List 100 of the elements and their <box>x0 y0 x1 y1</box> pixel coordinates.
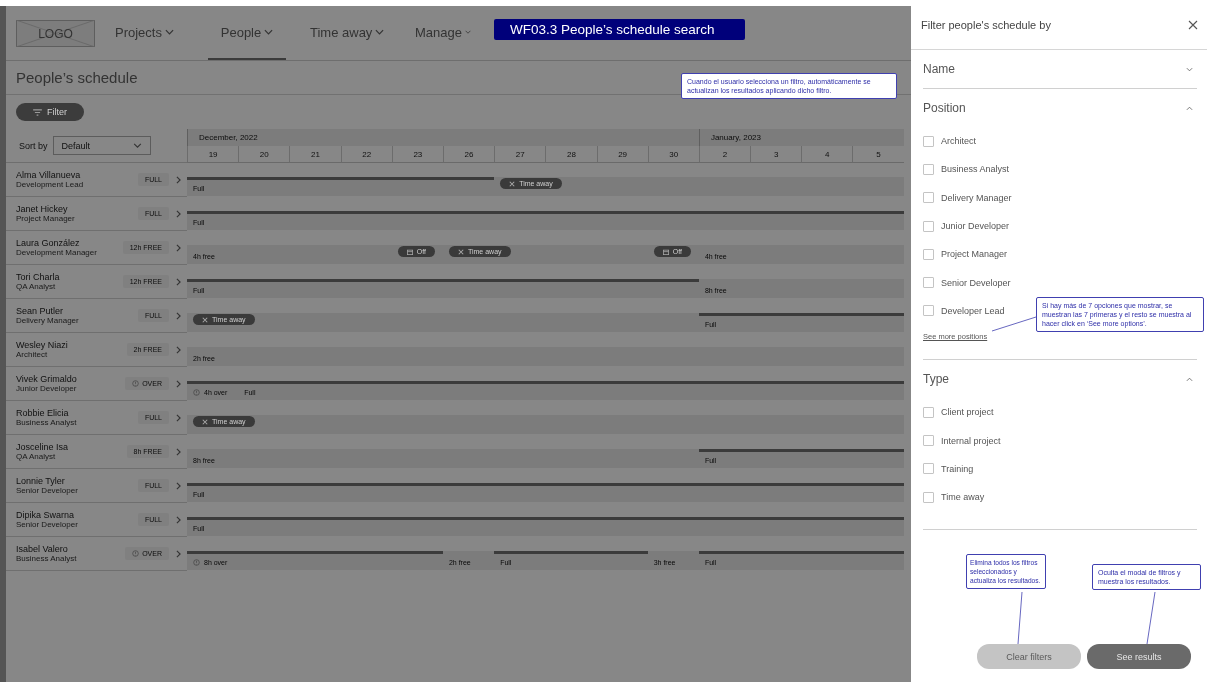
chevron-down-icon[interactable] <box>1186 66 1193 72</box>
checkbox[interactable] <box>923 192 934 204</box>
day-header: 27 <box>494 146 546 163</box>
caret-icon <box>375 29 385 35</box>
person-role: QA Analyst <box>16 451 57 462</box>
person-role: Senior Developer <box>16 519 79 530</box>
chevron-right-icon[interactable] <box>176 515 181 524</box>
person-role: Junior Developer <box>16 383 78 394</box>
alert-icon <box>132 380 140 387</box>
person-name[interactable]: Tori Charla <box>16 271 123 282</box>
person-name[interactable]: Sean Putler <box>16 305 138 316</box>
person-role: Architect <box>16 349 49 360</box>
sort-dropdown[interactable]: Default <box>52 136 151 155</box>
nav-menu-item[interactable]: Manage <box>405 6 481 60</box>
nav-menu-item[interactable]: Projects <box>105 6 205 60</box>
filter-icon <box>33 108 42 116</box>
person-name[interactable]: Vivek Grimaldo <box>16 373 126 384</box>
chevron-right-icon[interactable] <box>176 277 181 286</box>
caret-icon <box>264 29 274 35</box>
person-role: Delivery Manager <box>16 315 80 326</box>
day-header: 4 <box>801 146 853 163</box>
option-label: Developer Lead <box>941 305 1005 316</box>
close-icon[interactable] <box>1188 19 1198 30</box>
day-header: 29 <box>596 146 648 163</box>
option-label: Senior Developer <box>941 277 1011 288</box>
day-header: 21 <box>289 146 341 163</box>
person-role: Project Manager <box>16 213 76 224</box>
checkbox[interactable] <box>923 491 934 503</box>
checkbox[interactable] <box>923 277 934 289</box>
option-label: Junior Developer <box>941 221 1010 232</box>
wireframe-title-banner: WF03.3 People’s schedule search <box>494 19 745 40</box>
person-role: Development Manager <box>16 247 98 258</box>
person-name[interactable]: Isabel Valero <box>16 543 126 554</box>
day-header: 28 <box>545 146 597 163</box>
sort-label: Sort by <box>19 140 48 151</box>
option-label: Training <box>941 463 974 474</box>
day-header: 20 <box>238 146 290 163</box>
day-header: 23 <box>391 146 443 163</box>
page-title: People’s schedule <box>16 69 138 86</box>
calendar-icon <box>406 248 413 255</box>
checkbox[interactable] <box>923 305 934 317</box>
checkbox[interactable] <box>923 135 934 147</box>
alert-icon <box>193 388 200 396</box>
checkbox[interactable] <box>923 163 934 175</box>
chevron-right-icon[interactable] <box>176 175 181 184</box>
nav-menu-item[interactable]: People <box>208 6 286 60</box>
chevron-right-icon[interactable] <box>176 413 181 422</box>
person-role: Development Lead <box>16 179 85 190</box>
calendar-icon <box>662 248 669 255</box>
chevron-right-icon[interactable] <box>176 311 181 320</box>
option-label: Time away <box>941 492 985 503</box>
chevron-up-icon[interactable] <box>1186 105 1193 111</box>
leader-line <box>1146 591 1156 645</box>
person-name[interactable]: Josceline Isa <box>16 441 127 452</box>
person-name[interactable]: Robbie Elicia <box>16 407 138 418</box>
day-header: 30 <box>647 146 699 163</box>
chevron-right-icon[interactable] <box>176 243 181 252</box>
logo-text: LOGO <box>38 26 73 41</box>
option-label: Architect <box>941 136 976 147</box>
person-name[interactable]: Janet Hickey <box>16 203 138 214</box>
chevron-right-icon[interactable] <box>176 549 181 558</box>
checkbox[interactable] <box>923 248 934 260</box>
chevron-right-icon[interactable] <box>176 481 181 490</box>
chevron-right-icon[interactable] <box>176 379 181 388</box>
person-name[interactable]: Alma Villanueva <box>16 169 138 180</box>
person-role: Senior Developer <box>16 485 79 496</box>
caret-icon <box>164 29 174 35</box>
day-header: 22 <box>340 146 392 163</box>
see-results-button[interactable]: See results <box>1087 644 1191 669</box>
person-name[interactable]: Lonnie Tyler <box>16 475 138 486</box>
leader-line <box>991 316 1037 332</box>
month-header: December, 2022 <box>187 129 699 146</box>
person-name[interactable]: Wesley Niazi <box>16 339 127 350</box>
alert-icon <box>132 550 140 557</box>
section-title[interactable]: Type <box>923 372 949 387</box>
checkbox[interactable] <box>923 435 934 446</box>
caret-icon <box>132 143 142 148</box>
checkbox[interactable] <box>923 220 934 232</box>
cross-icon <box>202 418 208 425</box>
chevron-right-icon[interactable] <box>176 447 181 456</box>
filter-button[interactable]: Filter <box>16 103 84 121</box>
chevron-up-icon[interactable] <box>1186 376 1193 382</box>
nav-menu-item[interactable]: Time away <box>300 6 402 60</box>
option-label: Delivery Manager <box>941 192 1012 203</box>
person-name[interactable]: Dipika Swarna <box>16 509 138 520</box>
section-title[interactable]: Position <box>923 101 966 115</box>
month-header: January, 2023 <box>698 129 904 146</box>
cross-icon <box>202 316 208 323</box>
day-header: 5 <box>852 146 904 163</box>
chevron-right-icon[interactable] <box>176 209 181 218</box>
checkbox[interactable] <box>923 406 934 418</box>
day-header: 3 <box>750 146 802 163</box>
checkbox[interactable] <box>923 463 934 475</box>
chevron-right-icon[interactable] <box>176 345 181 354</box>
section-title[interactable]: Name <box>923 62 955 76</box>
option-label: Business Analyst <box>941 164 1010 175</box>
cross-icon <box>509 180 516 187</box>
day-header: 19 <box>187 146 239 163</box>
caret-icon <box>465 29 471 35</box>
person-name[interactable]: Laura González <box>16 237 123 248</box>
